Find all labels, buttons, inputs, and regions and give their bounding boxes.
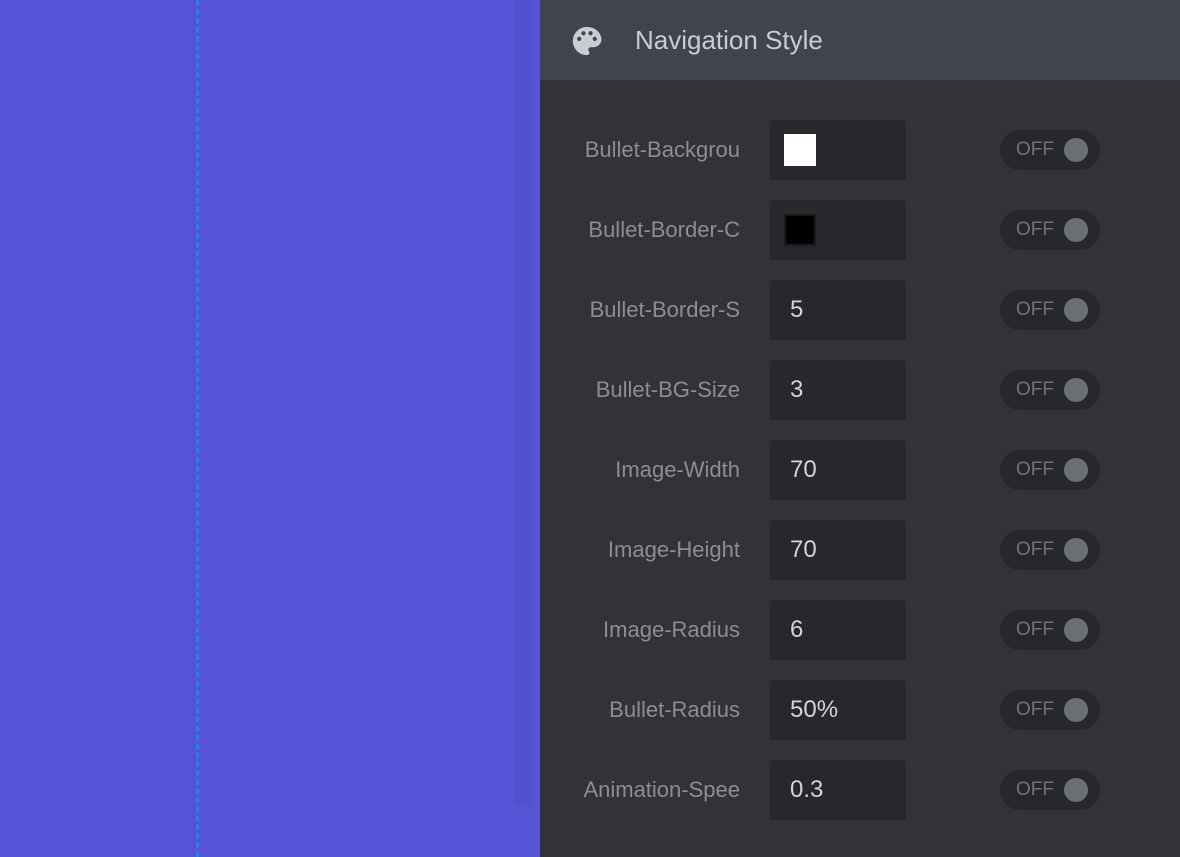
- value-input[interactable]: 50%: [770, 680, 906, 740]
- setting-row: Bullet-BG-Size 3 OFF: [540, 360, 1180, 420]
- setting-label: Bullet-Border-C: [588, 217, 740, 242]
- value-text: 3: [790, 376, 804, 403]
- color-swatch[interactable]: [784, 214, 816, 246]
- toggle-knob: [1064, 618, 1088, 642]
- toggle-label: OFF: [1016, 379, 1054, 400]
- setting-row: Bullet-Border-C OFF: [540, 200, 1180, 260]
- panel-header: Navigation Style: [540, 0, 1180, 80]
- value-input[interactable]: 5: [770, 280, 906, 340]
- toggle-switch[interactable]: OFF: [1000, 770, 1100, 810]
- canvas-scrollbar[interactable]: [514, 0, 532, 806]
- toggle-label: OFF: [1016, 299, 1054, 320]
- setting-label: Bullet-Radius: [609, 697, 740, 722]
- panel-title: Navigation Style: [635, 25, 823, 55]
- setting-row: Bullet-Backgrou OFF: [540, 120, 1180, 180]
- value-input[interactable]: 70: [770, 520, 906, 580]
- setting-label: Bullet-BG-Size: [595, 377, 740, 402]
- toggle-switch[interactable]: OFF: [1000, 450, 1100, 490]
- setting-label: Image-Height: [607, 537, 740, 562]
- value-text: 5: [790, 296, 804, 323]
- navigation-style-panel: Navigation Style Bullet-Backgrou OFF Bulle…: [540, 0, 1180, 857]
- setting-label: Bullet-Backgrou: [584, 137, 740, 162]
- editor-window: Navigation Style Bullet-Backgrou OFF Bulle…: [0, 0, 1180, 857]
- value-text: 0.3: [790, 776, 824, 803]
- setting-row: Image-Radius 6 OFF: [540, 600, 1180, 660]
- toggle-switch[interactable]: OFF: [1000, 290, 1100, 330]
- color-swatch[interactable]: [784, 134, 816, 166]
- color-picker-field[interactable]: [770, 200, 906, 260]
- value-input[interactable]: 0.3: [770, 760, 906, 820]
- toggle-label: OFF: [1016, 699, 1054, 720]
- setting-label: Image-Radius: [603, 617, 740, 642]
- value-text: 70: [790, 456, 817, 483]
- preview-canvas[interactable]: [0, 0, 540, 857]
- value-text: 6: [790, 616, 804, 643]
- setting-row: Image-Height 70 OFF: [540, 520, 1180, 580]
- toggle-knob: [1064, 298, 1088, 322]
- toggle-label: OFF: [1016, 539, 1054, 560]
- value-text: 70: [790, 536, 817, 563]
- toggle-label: OFF: [1016, 619, 1054, 640]
- toggle-switch[interactable]: OFF: [1000, 690, 1100, 730]
- toggle-knob: [1064, 538, 1088, 562]
- toggle-label: OFF: [1016, 139, 1054, 160]
- setting-row: Animation-Spee 0.3 OFF: [540, 760, 1180, 820]
- toggle-switch[interactable]: OFF: [1000, 370, 1100, 410]
- value-text: 50%: [790, 696, 839, 723]
- toggle-label: OFF: [1016, 779, 1054, 800]
- toggle-knob: [1064, 378, 1088, 402]
- setting-label: Image-Width: [615, 457, 740, 482]
- setting-row: Image-Width 70 OFF: [540, 440, 1180, 500]
- toggle-switch[interactable]: OFF: [1000, 530, 1100, 570]
- palette-icon: [572, 26, 602, 56]
- guide-line: [196, 0, 199, 857]
- setting-label: Animation-Spee: [583, 777, 740, 802]
- toggle-label: OFF: [1016, 219, 1054, 240]
- toggle-switch[interactable]: OFF: [1000, 210, 1100, 250]
- value-input[interactable]: 6: [770, 600, 906, 660]
- toggle-knob: [1064, 458, 1088, 482]
- toggle-knob: [1064, 698, 1088, 722]
- toggle-label: OFF: [1016, 459, 1054, 480]
- color-picker-field[interactable]: [770, 120, 906, 180]
- toggle-switch[interactable]: OFF: [1000, 130, 1100, 170]
- value-input[interactable]: 70: [770, 440, 906, 500]
- value-input[interactable]: 3: [770, 360, 906, 420]
- setting-label: Bullet-Border-S: [589, 297, 740, 322]
- toggle-switch[interactable]: OFF: [1000, 610, 1100, 650]
- setting-row: Bullet-Border-S 5 OFF: [540, 280, 1180, 340]
- toggle-knob: [1064, 218, 1088, 242]
- settings-list: Bullet-Backgrou OFF Bullet-Border-C OFF Bull…: [540, 120, 1180, 840]
- toggle-knob: [1064, 778, 1088, 802]
- setting-row: Bullet-Radius 50% OFF: [540, 680, 1180, 740]
- toggle-knob: [1064, 138, 1088, 162]
